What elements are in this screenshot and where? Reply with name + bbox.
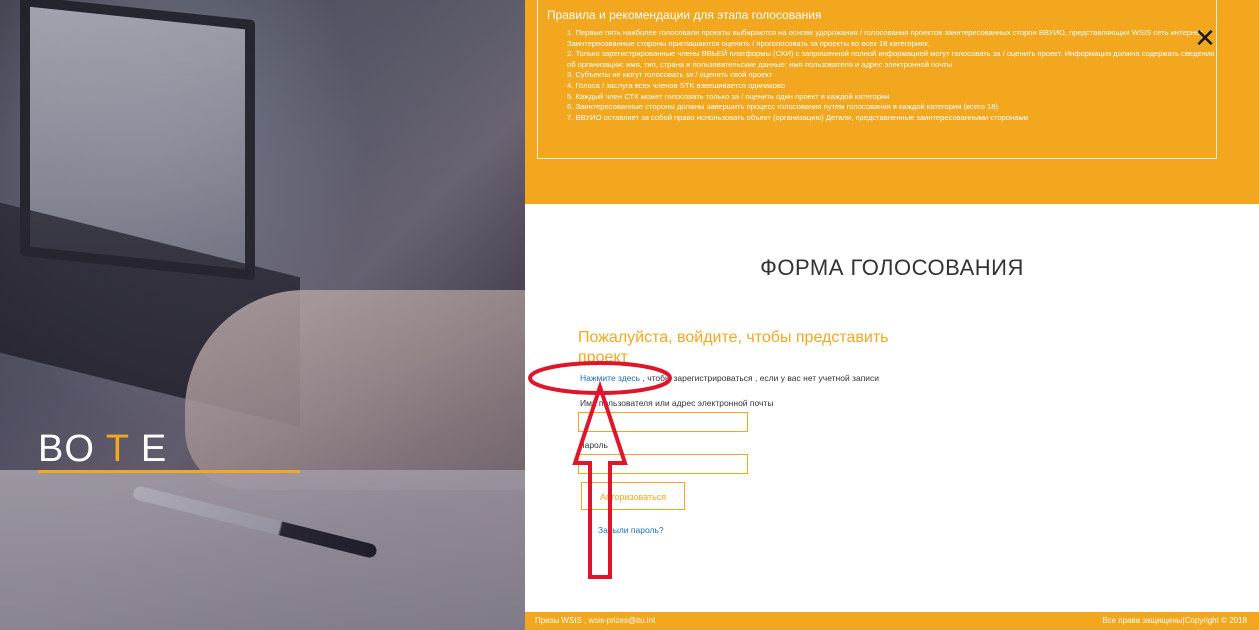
- rule-item: 1. Первые пять наиболее голосовали проек…: [567, 28, 1204, 48]
- login-heading: Пожалуйста, войдите, чтобы представить п…: [578, 329, 889, 366]
- register-link[interactable]: Нажмите здесь: [580, 373, 640, 383]
- rule-item: 6. Заинтересованные стороны должны завер…: [567, 102, 998, 112]
- register-text: , чтобы зарегистрироваться , если у вас …: [640, 373, 880, 383]
- rule-item: 5. Каждый член СТК может голосовать толь…: [567, 91, 890, 101]
- rule-item: 2. Только зарегистрированные члены ВВЬЕЙ…: [567, 49, 1215, 69]
- password-label: пароль: [580, 440, 608, 450]
- form-title: ФОРМА ГОЛОСОВАНИЯ: [760, 255, 1024, 280]
- rules-title: Правила и рекомендации для этапа голосов…: [547, 8, 822, 22]
- password-input[interactable]: [578, 454, 748, 474]
- hero-image-panel: BO T E: [0, 0, 525, 630]
- rule-item: 4. Голоса / заслуга всех членов STK взве…: [567, 80, 786, 90]
- rule-item: 7. ВВУИО оставляет за собой право исполь…: [567, 112, 1029, 122]
- close-icon[interactable]: ✕: [1193, 25, 1217, 51]
- rules-banner: Правила и рекомендации для этапа голосов…: [525, 0, 1259, 204]
- register-line: Нажмите здесь , чтобы зарегистрироваться…: [580, 373, 879, 383]
- hero-title-part2: E: [129, 428, 168, 470]
- hero-overlay: [0, 0, 525, 630]
- footer-contact: Призы WSIS , wsis-prizes@itu.int: [535, 616, 656, 625]
- rules-list: 1. Первые пять наиболее голосовали проек…: [567, 28, 1217, 123]
- rule-item: 3. Субъекты не могут голосовать за / оце…: [567, 70, 773, 80]
- login-button[interactable]: Авторизоваться: [581, 482, 685, 510]
- username-input[interactable]: [578, 412, 748, 432]
- username-label: Имя пользователя или адрес электронной п…: [580, 398, 774, 408]
- forgot-password-link[interactable]: Забыли пароль?: [598, 525, 664, 535]
- footer-copyright: Все права защищены|Copyright © 2018: [1102, 616, 1247, 625]
- hero-underline: [38, 470, 300, 473]
- hero-title: BO T E: [38, 428, 167, 471]
- hero-title-accent: T: [105, 428, 130, 470]
- hero-title-part1: BO: [38, 428, 106, 470]
- footer-bar: Призы WSIS , wsis-prizes@itu.int Все пра…: [525, 612, 1259, 630]
